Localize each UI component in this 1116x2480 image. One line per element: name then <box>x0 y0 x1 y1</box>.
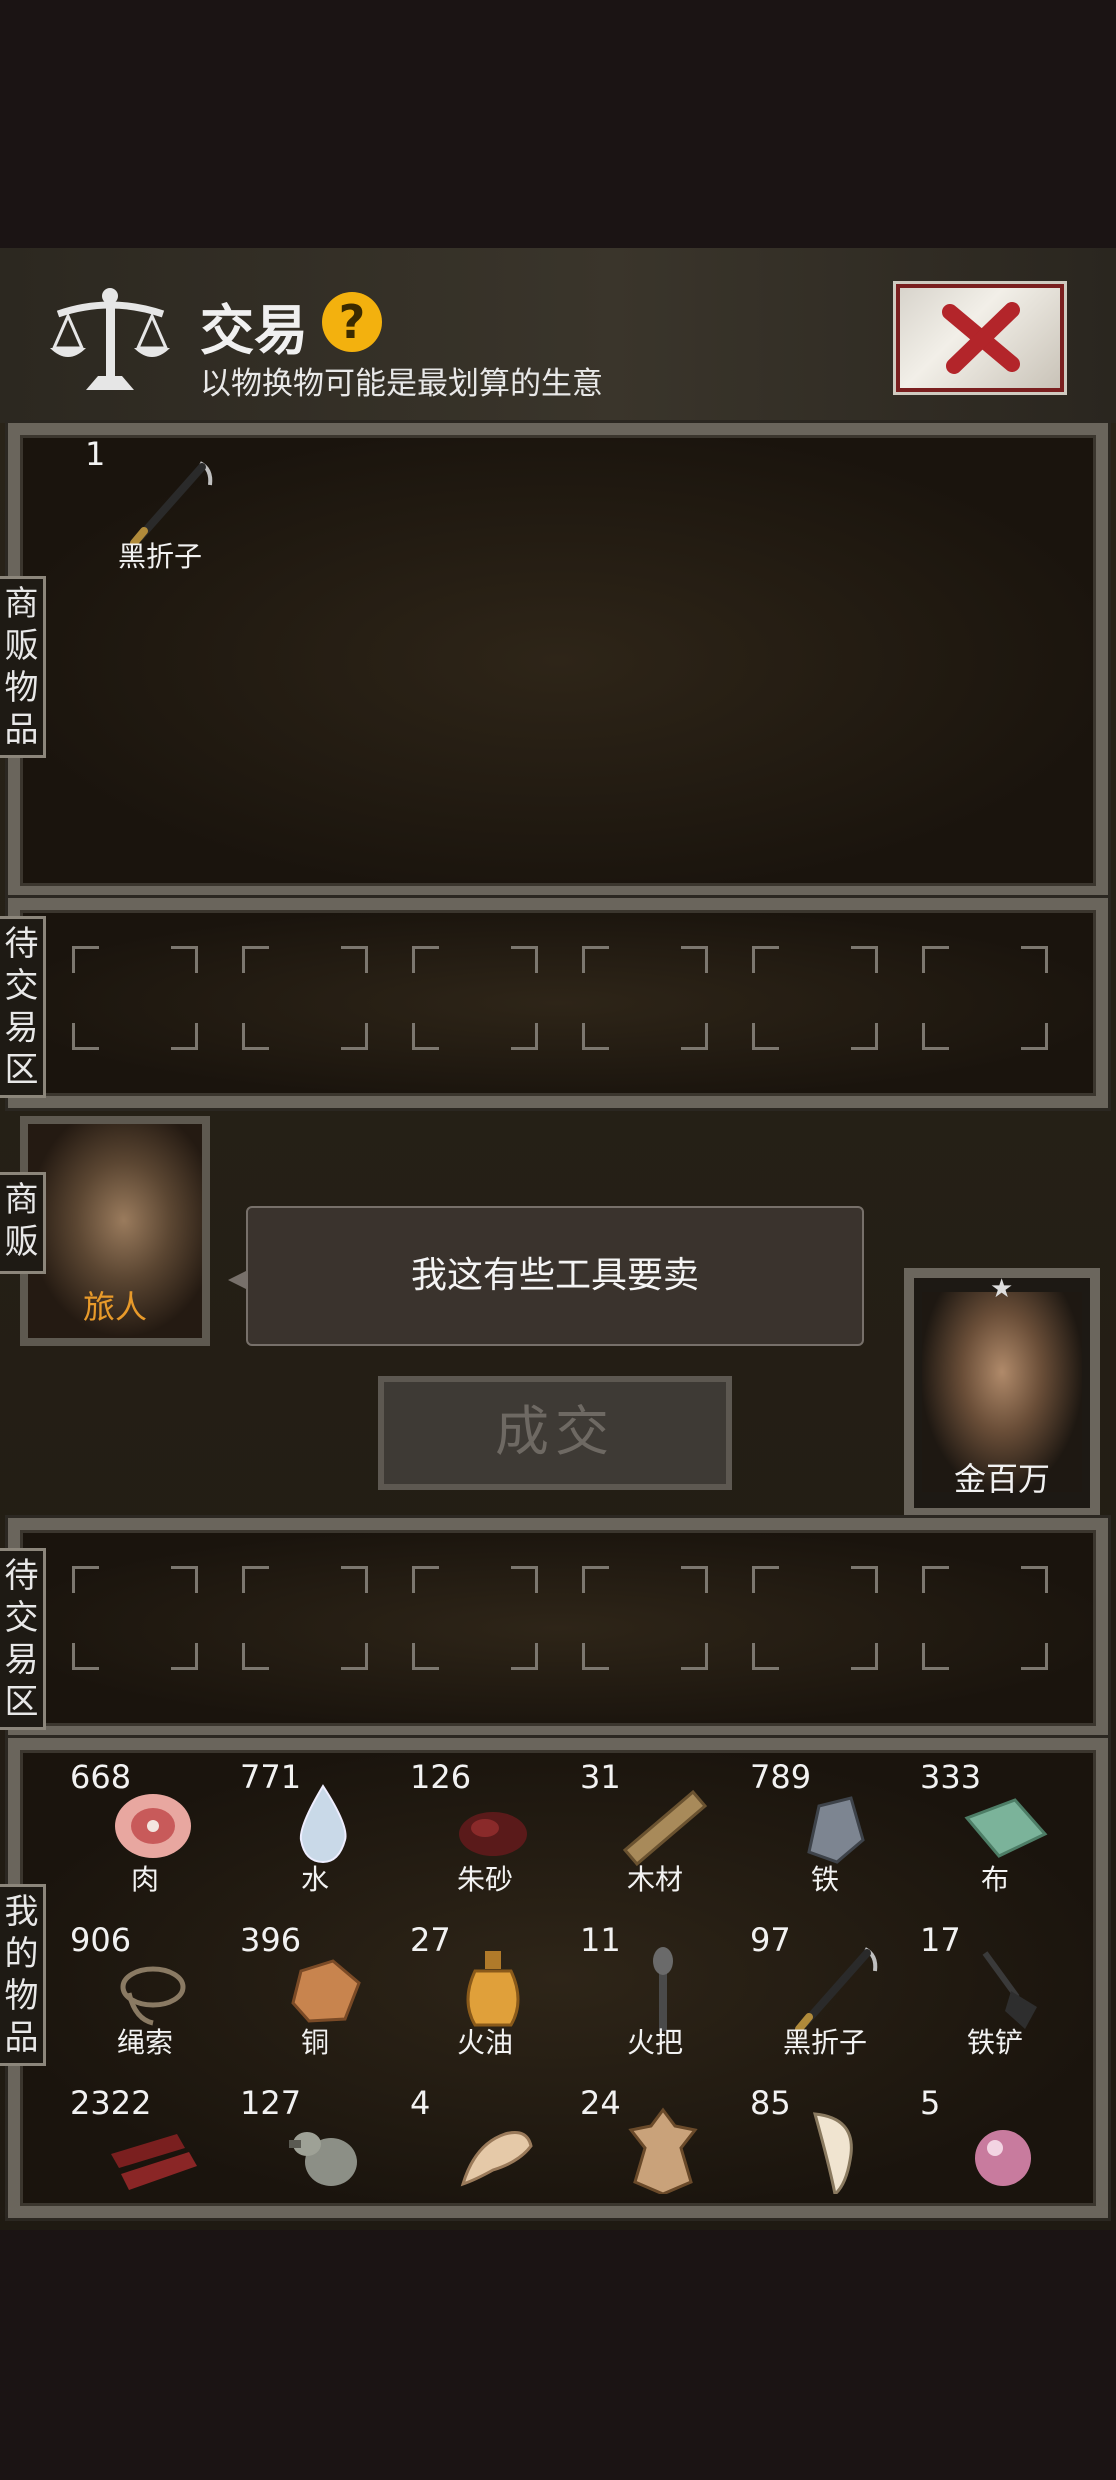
vendor-pending-label: 待交易区 <box>0 916 46 1098</box>
my-item-slot[interactable]: 31 木材 <box>570 1758 740 1918</box>
item-count: 4 <box>410 2084 431 2122</box>
pending-slot[interactable] <box>730 1558 900 1678</box>
pending-slot[interactable] <box>220 1558 390 1678</box>
my-pending-label: 待交易区 <box>0 1548 46 1730</box>
my-pending-panel <box>8 1518 1108 1738</box>
vendor-speech-bubble: 我这有些工具要卖 <box>246 1206 864 1346</box>
my-item-slot[interactable]: 126 朱砂 <box>400 1758 570 1918</box>
item-name: 黑折子 <box>117 540 202 573</box>
my-items-panel: 668 肉 771 水 126 朱砂 31 木材 789 铁 333 布 906 绳索 396 铜 27 火油 11… <box>8 1738 1108 2218</box>
pending-slot[interactable] <box>390 1558 560 1678</box>
speech-tail <box>228 1270 248 1290</box>
cloth-icon <box>964 1798 1048 1858</box>
pending-slot[interactable] <box>730 938 900 1058</box>
pearl-icon <box>975 2130 1031 2186</box>
my-item-slot[interactable]: 17 铁铲 <box>910 1921 1080 2081</box>
meat-icon <box>115 1794 191 1858</box>
gourd-icon <box>289 2132 357 2186</box>
pending-slot[interactable] <box>900 1558 1070 1678</box>
scale-icon <box>50 288 170 390</box>
pending-slot[interactable] <box>560 1558 730 1678</box>
black-pick-icon <box>795 1947 878 2031</box>
item-name: 铜 <box>300 2026 329 2059</box>
help-icon[interactable]: ? <box>322 292 382 352</box>
my-item-slot[interactable]: 11 火把 <box>570 1921 740 2081</box>
top-blank-bar <box>0 0 1116 248</box>
item-count: 1 <box>85 435 106 473</box>
my-item-slot[interactable]: 85 <box>740 2084 910 2244</box>
vendor-name: 旅人 <box>82 1288 147 1326</box>
vendor-tag-label: 商贩 <box>0 1172 46 1274</box>
vendor-item-slot[interactable]: 1 黑折子 <box>75 435 245 595</box>
item-name: 铁铲 <box>966 2026 1023 2059</box>
vendor-items-label: 商贩物品 <box>0 576 46 758</box>
my-item-slot[interactable]: 24 <box>570 2084 740 2244</box>
my-item-slot[interactable]: 97 黑折子 <box>740 1921 910 2081</box>
vendor-portrait[interactable]: 旅人 <box>20 1116 210 1346</box>
jerky-icon <box>111 2134 197 2190</box>
deal-button[interactable]: 成交 <box>378 1376 732 1490</box>
item-name: 火油 <box>456 2026 513 2059</box>
vendor-pending-panel <box>8 898 1108 1108</box>
close-icon <box>942 302 1020 374</box>
page-title: 交易 <box>200 299 308 362</box>
player-name: 金百万 <box>953 1460 1050 1498</box>
pending-slot[interactable] <box>50 1558 220 1678</box>
close-button[interactable] <box>893 281 1067 395</box>
my-item-slot[interactable]: 27 火油 <box>400 1921 570 2081</box>
fang-icon <box>812 2112 853 2194</box>
water-drop-icon <box>299 1784 347 1864</box>
my-item-slot[interactable]: 127 <box>230 2084 400 2244</box>
trade-screen: 交易 ? 以物换物可能是最划算的生意 1 黑折子 商贩物品 待交易区 旅人 商贩… <box>0 248 1116 2230</box>
item-name: 黑折子 <box>782 2026 867 2059</box>
my-item-slot[interactable]: 668 肉 <box>60 1758 230 1918</box>
my-item-slot[interactable]: 4 <box>400 2084 570 2244</box>
my-item-slot[interactable]: 5 <box>910 2084 1080 2244</box>
item-name: 肉 <box>130 1863 159 1896</box>
pending-slot[interactable] <box>220 938 390 1058</box>
pending-slot[interactable] <box>560 938 730 1058</box>
pelt-icon <box>628 2107 698 2194</box>
rope-icon <box>120 1966 186 2026</box>
my-item-slot[interactable]: 396 铜 <box>230 1921 400 2081</box>
vendor-items-panel: 1 黑折子 <box>8 423 1108 898</box>
my-item-slot[interactable]: 771 水 <box>230 1758 400 1918</box>
item-name: 布 <box>980 1863 1009 1896</box>
torch-icon <box>653 1947 673 2031</box>
my-item-slot[interactable]: 906 绳索 <box>60 1921 230 2081</box>
shovel-icon <box>982 1951 1037 2029</box>
item-count: 5 <box>920 2084 941 2122</box>
cinnabar-icon <box>459 1812 527 1856</box>
item-name: 朱砂 <box>456 1863 513 1896</box>
pending-slot[interactable] <box>50 938 220 1058</box>
wood-plank-icon <box>622 1789 708 1867</box>
page-subtitle: 以物换物可能是最划算的生意 <box>200 366 603 402</box>
pending-slot[interactable] <box>900 938 1070 1058</box>
pending-slot[interactable] <box>390 938 560 1058</box>
star-icon: ★ <box>990 1274 1014 1304</box>
item-name: 绳索 <box>116 2026 173 2059</box>
bone-icon <box>460 2131 533 2187</box>
item-name: 火把 <box>626 2026 683 2059</box>
item-name: 水 <box>300 1863 329 1896</box>
item-name: 铁 <box>810 1863 839 1896</box>
black-pick-icon <box>130 461 213 545</box>
oil-bottle-icon <box>466 1951 520 2027</box>
my-item-slot[interactable]: 2322 <box>60 2084 230 2244</box>
my-item-slot[interactable]: 333 布 <box>910 1758 1080 1918</box>
my-item-slot[interactable]: 789 铁 <box>740 1758 910 1918</box>
player-portrait[interactable]: ★ 金百万 <box>904 1268 1100 1518</box>
copper-ore-icon <box>291 1959 361 2023</box>
iron-ore-icon <box>807 1796 865 1864</box>
item-name: 木材 <box>626 1863 683 1896</box>
my-items-label: 我的物品 <box>0 1884 46 2066</box>
trade-header: 交易 ? 以物换物可能是最划算的生意 <box>0 248 1116 423</box>
bottom-blank-bar <box>0 2230 1116 2480</box>
